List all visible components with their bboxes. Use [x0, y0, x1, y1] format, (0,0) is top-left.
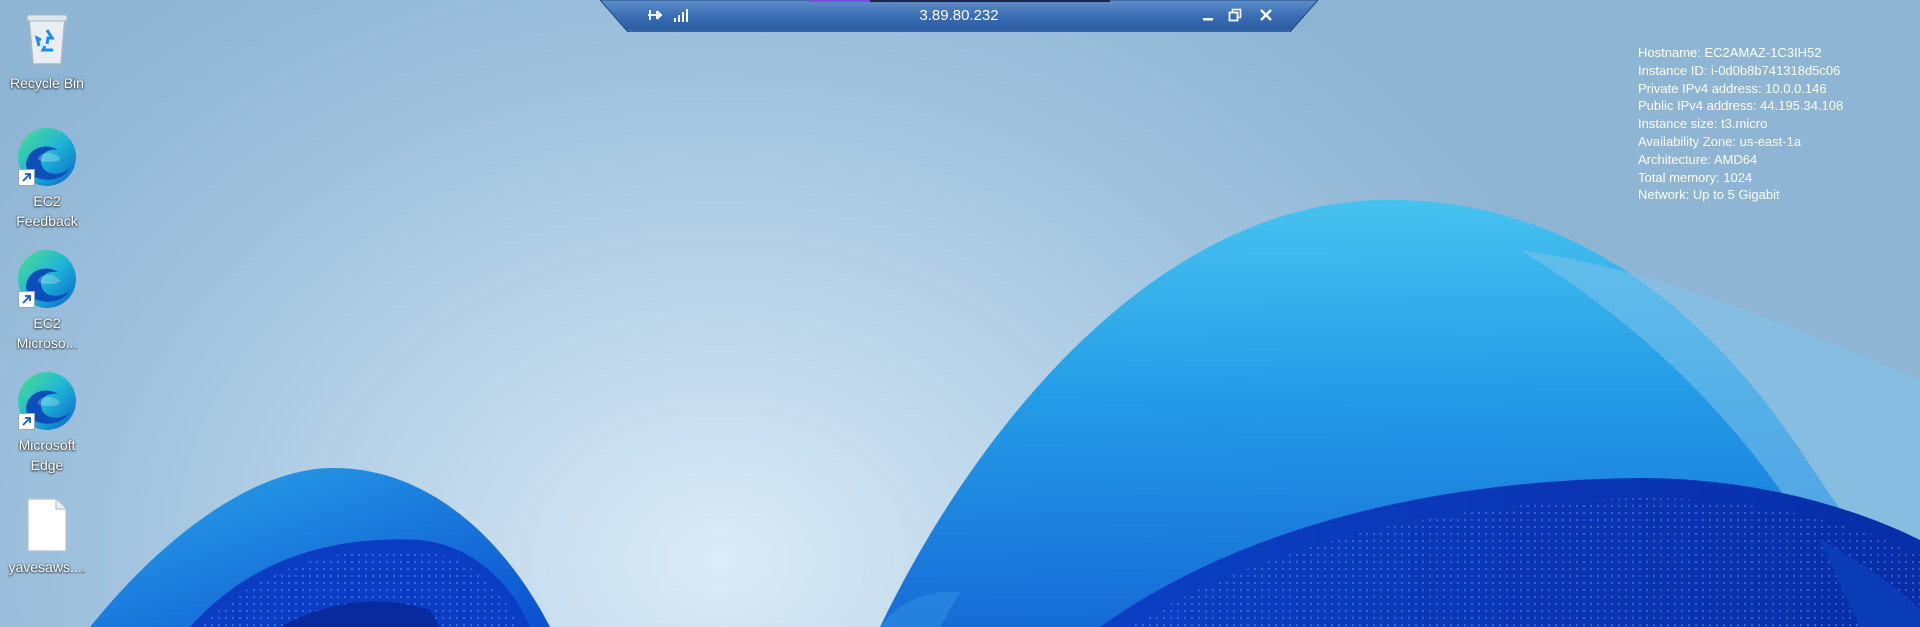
desktop-icon-label: Recycle Bin [10, 75, 84, 91]
instance-id-text: Instance ID: i-0d0b8b741318d5c06 [1638, 62, 1841, 78]
instance-info-panel: Hostname: EC2AMAZ-1C3IH52 Instance ID: i… [1638, 44, 1843, 204]
restore-icon[interactable] [1224, 5, 1246, 25]
shortcut-arrow-icon [18, 169, 35, 186]
desktop-icon-label: yavesaws.... [8, 559, 86, 575]
public-ip-text: Public IPv4 address: 44.195.34.108 [1638, 98, 1844, 114]
file-icon [16, 496, 78, 554]
bar-accent-line [810, 0, 870, 2]
desktop-icon-microsoft-edge[interactable]: Microsoft Edge [4, 370, 90, 475]
recycle-bin-icon [16, 8, 78, 70]
desktop-wallpaper [90, 199, 1920, 627]
desktop-icon-label: Microsoft Edge [18, 437, 76, 473]
hostname-text: Hostname: EC2AMAZ-1C3IH52 [1638, 45, 1822, 60]
edge-shortcut-icon [16, 370, 78, 432]
private-ip-text: Private IPv4 address: 10.0.0.146 [1638, 80, 1827, 96]
minimize-icon[interactable] [1197, 5, 1219, 25]
remote-desktop-connection-bar[interactable]: 3.89.80.232 [600, 0, 1318, 32]
architecture-text: Architecture: AMD64 [1638, 151, 1758, 167]
instance-size-text: Instance size: t3.micro [1638, 116, 1768, 132]
desktop-icon-ec2-microsoft[interactable]: EC2 Microso... [4, 248, 90, 353]
desktop-icon-label: EC2 Microso... [16, 315, 78, 351]
edge-shortcut-icon [16, 248, 78, 310]
shortcut-arrow-icon [18, 413, 35, 430]
shortcut-arrow-icon [18, 291, 35, 308]
desktop-icon-ec2-feedback[interactable]: EC2 Feedback [4, 126, 90, 231]
edge-shortcut-icon [16, 126, 78, 188]
network-text: Network: Up to 5 Gigabit [1638, 187, 1780, 203]
desktop-icon-recycle-bin[interactable]: Recycle Bin [4, 8, 90, 93]
desktop-icon-label: EC2 Feedback [16, 193, 78, 229]
availability-zone-text: Availability Zone: us-east-1a [1638, 133, 1802, 149]
desktop-icon-yavesaws-file[interactable]: yavesaws.... [4, 496, 90, 577]
close-icon[interactable] [1255, 5, 1277, 25]
total-memory-text: Total memory: 1024 [1638, 169, 1753, 185]
